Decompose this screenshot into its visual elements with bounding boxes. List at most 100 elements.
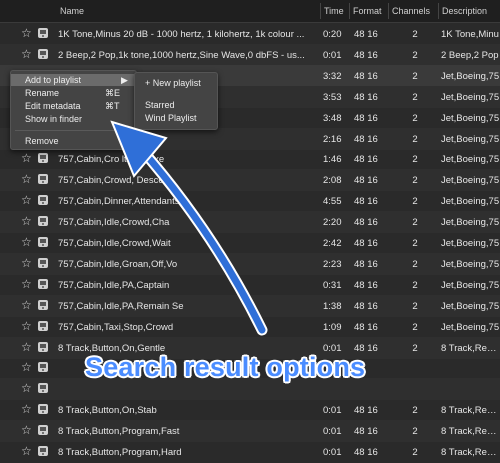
cell-channels: 2 <box>412 405 418 417</box>
column-description[interactable]: Description <box>442 6 487 16</box>
menu-item-remove[interactable]: Remove <box>11 135 136 147</box>
star-icon[interactable]: ☆ <box>21 256 34 270</box>
cell-description: Jet,Boeing,75 <box>441 279 500 291</box>
cell-channels: 2 <box>412 49 418 61</box>
sound-file-icon <box>38 446 48 456</box>
cell-name: 8 Track,Button,Program,Hard <box>58 447 182 458</box>
cell-name: 757,Cabin,Idle,PA,Captain <box>58 279 170 291</box>
cell-name: 8 Track,Button,On,Stab <box>58 405 157 417</box>
cell-name: 757,Cabin,Cro lte,Relaxe <box>58 154 165 166</box>
cell-time: 1:09 <box>323 321 342 333</box>
chevron-right-icon: ▶ <box>121 75 128 85</box>
cell-channels: 2 <box>412 133 418 145</box>
menu-item-label: Rename <box>25 88 60 98</box>
menu-item-shortcut: ⌘T <box>105 101 120 111</box>
table-row[interactable]: ☆ 757,Cabin,Dinner,Attendants 4:55 48 16 2 Je… <box>0 190 500 212</box>
table-row[interactable]: ☆ 8 Track,Button,Program,Hard 0:01 48 16 2 8 … <box>0 441 500 463</box>
cell-description: Jet,Boeing,75 <box>441 154 500 166</box>
table-row[interactable]: ☆ 757,Cabin,Idle,Crowd,Wait 2:42 48 16 2 Jet,… <box>0 232 500 254</box>
table-row[interactable]: ☆ 1K Tone,Minus 20 dB - 1000 hertz, 1 kil… <box>0 23 500 45</box>
star-icon[interactable]: ☆ <box>21 173 34 186</box>
table-row[interactable]: ☆ 757,Cabin,Cro lte,Relaxe 1:46 48 16 2 Jet,B… <box>0 148 500 170</box>
star-icon[interactable]: ☆ <box>21 445 34 458</box>
cell-channels: 2 <box>412 258 418 270</box>
sound-file-icon <box>38 195 48 206</box>
column-channels[interactable]: Channels <box>392 6 430 16</box>
column-time[interactable]: Time <box>324 6 344 16</box>
cell-description: Jet,Boeing,75 <box>441 112 500 124</box>
cell-format: 48 16 <box>354 29 378 40</box>
star-icon[interactable]: ☆ <box>21 215 34 228</box>
cell-time: 2:16 <box>323 133 342 145</box>
cell-time: 1:46 <box>323 154 342 166</box>
submenu-item-starred[interactable]: Starred <box>145 100 175 110</box>
cell-name: 757,Cabin,Crowd, Descent <box>58 175 172 187</box>
cell-format: 48 16 <box>354 279 378 291</box>
table-row[interactable]: ☆ 757,Cabin,Idle,Groan,Off,Vo 2:23 48 16 2 Je… <box>0 252 500 275</box>
star-icon[interactable]: ☆ <box>21 319 34 333</box>
header-divider <box>349 3 350 19</box>
cell-description: 2 Beep,2 Pop <box>441 49 499 61</box>
star-icon[interactable]: ☆ <box>21 340 34 354</box>
cell-description: Jet,Boeing,75 <box>441 70 500 82</box>
cell-format: 48 16 <box>354 217 378 229</box>
star-icon[interactable]: ☆ <box>21 382 34 395</box>
cell-time: 0:01 <box>323 405 342 417</box>
star-icon[interactable]: ☆ <box>21 194 34 207</box>
table-header: Name Time Format Channels Description <box>0 0 500 23</box>
star-icon[interactable]: ☆ <box>21 47 34 61</box>
table-row[interactable]: ☆ 757,Cabin,Taxi,Stop,Crowd 1:09 48 16 2 Jet,… <box>0 316 500 338</box>
cell-channels: 2 <box>412 112 418 124</box>
cell-format: 48 16 <box>354 154 378 166</box>
cell-channels: 2 <box>412 300 418 312</box>
table-row[interactable]: ☆ 2 Beep,2 Pop,1k tone,1000 hertz,Sine Wa… <box>0 43 500 66</box>
sound-file-icon <box>38 237 48 247</box>
cell-channels: 2 <box>412 238 418 249</box>
cell-time: 3:48 <box>323 112 342 124</box>
table-row[interactable]: ☆ 757,Cabin,Crowd, Descent 2:08 48 16 2 Jet,B… <box>0 169 500 192</box>
table-row[interactable]: ☆ 757,Cabin,Idle,PA,Remain Se 1:38 48 16 2 Je… <box>0 294 500 317</box>
star-icon[interactable]: ☆ <box>21 27 34 40</box>
star-icon[interactable]: ☆ <box>21 277 34 291</box>
cell-format: 48 16 <box>354 405 378 417</box>
sound-file-icon <box>38 320 48 331</box>
sound-file-icon <box>38 174 48 185</box>
header-divider <box>438 3 439 19</box>
menu-item-show-in-finder[interactable]: Show in finder <box>11 113 136 125</box>
cell-format: 48 16 <box>354 258 378 270</box>
table-row[interactable]: ☆ 757,Cabin,Idle,Crowd,Cha 2:20 48 16 2 Jet,B… <box>0 211 500 234</box>
sound-file-icon <box>38 362 48 373</box>
cell-channels: 2 <box>412 321 418 333</box>
submenu-item-new-playlist[interactable]: + New playlist <box>145 78 201 88</box>
cell-time: 3:53 <box>323 91 342 103</box>
star-icon[interactable]: ☆ <box>21 152 34 165</box>
cell-format: 48 16 <box>354 91 378 103</box>
star-icon[interactable]: ☆ <box>21 236 34 249</box>
cell-description: 1K Tone,Minu <box>441 29 499 40</box>
menu-item-add-to-playlist[interactable]: Add to playlist ▶ <box>11 74 136 86</box>
star-icon[interactable]: ☆ <box>21 361 34 374</box>
annotation-caption: Search result options <box>85 352 366 382</box>
table-row[interactable]: ☆ 8 Track,Button,On,Stab 0:01 48 16 2 8 Track… <box>0 399 500 421</box>
menu-item-rename[interactable]: Rename ⌘E <box>11 87 136 99</box>
submenu-item-wind-playlist[interactable]: Wind Playlist <box>145 113 197 123</box>
cell-channels: 2 <box>412 29 418 40</box>
column-format[interactable]: Format <box>353 6 382 16</box>
cell-time: 2:08 <box>323 175 342 187</box>
star-icon[interactable]: ☆ <box>21 403 34 416</box>
table-row[interactable]: ☆ 8 Track,Button,Program,Fast 0:01 48 16 2 8 … <box>0 420 500 443</box>
cell-format: 48 16 <box>354 447 378 458</box>
cell-description: Jet,Boeing,75 <box>441 133 500 145</box>
cell-format: 48 16 <box>354 49 378 61</box>
menu-item-edit-metadata[interactable]: Edit metadata ⌘T <box>11 100 136 112</box>
header-divider <box>388 3 389 19</box>
cell-time: 0:31 <box>323 279 342 291</box>
column-name[interactable]: Name <box>60 6 84 16</box>
cell-channels: 2 <box>412 154 418 166</box>
star-icon[interactable]: ☆ <box>21 424 34 437</box>
cell-description: 8 Track,Realis <box>441 447 500 458</box>
table-row[interactable]: ☆ 757,Cabin,Idle,PA,Captain 0:31 48 16 2 Jet,… <box>0 274 500 296</box>
star-icon[interactable]: ☆ <box>21 298 34 312</box>
sound-file-icon <box>38 257 48 268</box>
cell-name: 757,Cabin,Idle,Crowd,Wait <box>58 238 171 249</box>
